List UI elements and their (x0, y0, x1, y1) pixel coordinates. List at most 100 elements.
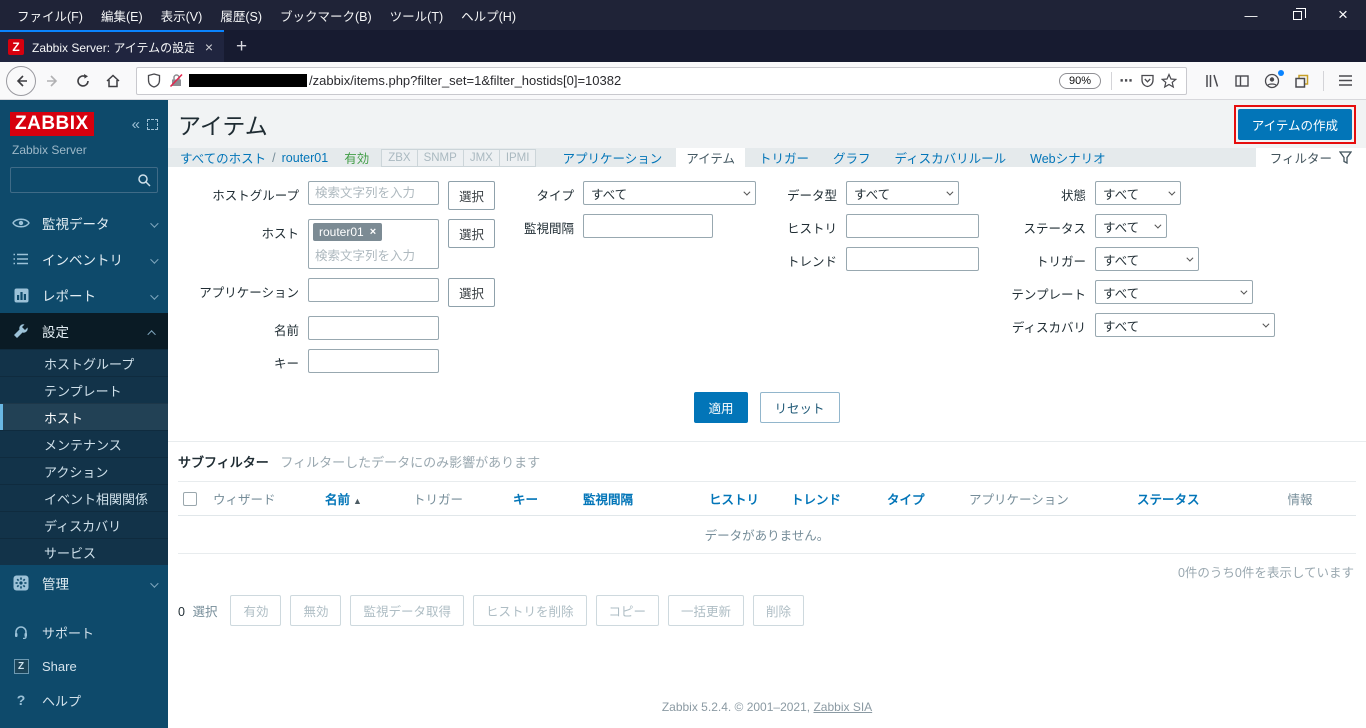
pocket-icon[interactable] (1136, 67, 1158, 95)
col-name-sort[interactable]: 名前 ▲ (320, 481, 408, 516)
sidebar-item-share[interactable]: Z Share (0, 649, 168, 683)
sidebars-icon[interactable] (1227, 67, 1257, 95)
col-type-sort[interactable]: タイプ (882, 481, 964, 516)
interval-input[interactable] (583, 214, 714, 238)
status-select[interactable]: すべて (1095, 214, 1168, 238)
tab-applications[interactable]: アプリケーション (552, 148, 672, 167)
menu-file[interactable]: ファイル(F) (8, 2, 92, 29)
sidebar-item-monitoring[interactable]: 監視データ (0, 205, 168, 241)
bookmark-star-icon[interactable] (1158, 67, 1180, 95)
host-multiselect[interactable]: router01 × 検索文字列を入力 (308, 219, 439, 269)
col-key-sort[interactable]: キー (508, 481, 578, 516)
create-item-button[interactable]: アイテムの作成 (1237, 108, 1352, 140)
menu-edit[interactable]: 編集(E) (92, 2, 152, 29)
home-button[interactable] (98, 67, 128, 95)
sidebar-item-services[interactable]: サービス (0, 538, 168, 565)
type-select[interactable]: すべて (583, 181, 757, 205)
disable-button[interactable]: 無効 (290, 595, 342, 626)
footer-zabbix-sia-link[interactable]: Zabbix SIA (813, 700, 872, 714)
sidebar-item-maintenance[interactable]: メンテナンス (0, 430, 168, 457)
sidebar-search-input[interactable] (17, 173, 137, 187)
host-group-input[interactable] (308, 181, 439, 205)
menu-view[interactable]: 表示(V) (152, 2, 212, 29)
sidebar-item-discovery[interactable]: ディスカバリ (0, 511, 168, 538)
col-status-sort[interactable]: ステータス (1132, 481, 1244, 516)
insecure-lock-icon[interactable] (165, 67, 187, 95)
copy-button[interactable]: コピー (595, 595, 660, 626)
url-text[interactable]: /zabbix/items.php?filter_set=1&filter_ho… (309, 73, 1059, 88)
state-select[interactable]: すべて (1095, 181, 1182, 205)
sidebar-item-inventory[interactable]: インベントリ (0, 241, 168, 277)
name-input[interactable] (308, 316, 439, 340)
triggers-select[interactable]: すべて (1095, 247, 1200, 271)
application-input[interactable] (308, 278, 439, 302)
tab-discovery-rules[interactable]: ディスカバリルール (885, 148, 1017, 167)
select-all-checkbox[interactable] (183, 491, 197, 506)
host-input-placeholder[interactable]: 検索文字列を入力 (313, 241, 434, 264)
tab-close-icon[interactable]: × (202, 39, 216, 55)
host-status-enabled[interactable]: 有効 (344, 148, 369, 167)
breadcrumb-host[interactable]: router01 (280, 151, 331, 165)
menu-tools[interactable]: ツール(T) (381, 2, 452, 29)
tab-triggers[interactable]: トリガー (749, 148, 819, 167)
sidebar-hide-icon[interactable] (147, 118, 158, 130)
host-select-button[interactable]: 選択 (448, 219, 496, 248)
back-button[interactable] (6, 65, 36, 96)
sidebar-search[interactable] (10, 167, 158, 193)
browser-tab[interactable]: Z Zabbix Server: アイテムの設定 × (0, 30, 224, 62)
filter-tab[interactable]: フィルター (1255, 148, 1366, 167)
sidebar-item-reports[interactable]: レポート (0, 277, 168, 313)
tab-web-scenarios[interactable]: Webシナリオ (1020, 148, 1115, 167)
col-history-sort[interactable]: ヒストリ (704, 481, 786, 516)
sidebar-item-help[interactable]: ? ヘルプ (0, 683, 168, 717)
data-type-select[interactable]: すべて (846, 181, 960, 205)
apply-button[interactable]: 適用 (694, 392, 748, 423)
account-icon[interactable] (1257, 67, 1287, 95)
host-chip[interactable]: router01 × (313, 223, 383, 241)
key-input[interactable] (308, 349, 439, 373)
enable-button[interactable]: 有効 (230, 595, 282, 626)
sidebar-item-host-groups[interactable]: ホストグループ (0, 349, 168, 376)
check-now-button[interactable]: 監視データ取得 (350, 595, 464, 626)
mass-update-button[interactable]: 一括更新 (668, 595, 745, 626)
reset-button[interactable]: リセット (759, 392, 840, 423)
zoom-level-badge[interactable]: 90% (1058, 72, 1101, 89)
col-interval-sort[interactable]: 監視間隔 (578, 481, 704, 516)
containers-icon[interactable] (1287, 67, 1317, 95)
template-select[interactable]: すべて (1095, 280, 1254, 304)
trends-input[interactable] (846, 247, 980, 271)
delete-button[interactable]: 削除 (753, 595, 805, 626)
sidebar-item-hosts[interactable]: ホスト (0, 403, 168, 430)
sidebar-collapse-icon[interactable]: « (132, 117, 140, 132)
application-select-button[interactable]: 選択 (448, 278, 496, 307)
library-icon[interactable] (1197, 67, 1227, 95)
forward-button[interactable] (38, 67, 68, 95)
sidebar-item-configuration[interactable]: 設定 (0, 313, 168, 349)
restore-button[interactable] (1274, 0, 1320, 30)
chip-remove-icon[interactable]: × (370, 226, 376, 238)
zabbix-logo[interactable]: ZABBIX (10, 112, 94, 136)
col-trends-sort[interactable]: トレンド (786, 481, 882, 516)
history-input[interactable] (846, 214, 980, 238)
discovery-select[interactable]: すべて (1095, 313, 1276, 337)
tracking-protection-shield-icon[interactable] (143, 67, 165, 95)
minimize-button[interactable]: — (1228, 0, 1274, 30)
sidebar-item-templates[interactable]: テンプレート (0, 376, 168, 403)
tab-items[interactable]: アイテム (676, 148, 745, 167)
menu-bookmarks[interactable]: ブックマーク(B) (271, 2, 381, 29)
clear-history-button[interactable]: ヒストリを削除 (473, 595, 587, 626)
new-tab-button[interactable]: + (224, 32, 259, 62)
menu-help[interactable]: ヘルプ(H) (452, 2, 525, 29)
breadcrumb-all-hosts[interactable]: すべてのホスト (178, 148, 268, 167)
tab-graphs[interactable]: グラフ (823, 148, 881, 167)
reload-button[interactable] (68, 67, 98, 95)
sidebar-item-event-correlation[interactable]: イベント相関関係 (0, 484, 168, 511)
url-bar[interactable]: /zabbix/items.php?filter_set=1&filter_ho… (136, 66, 1187, 95)
sidebar-item-actions[interactable]: アクション (0, 457, 168, 484)
menu-history[interactable]: 履歴(S) (211, 2, 271, 29)
sidebar-item-support[interactable]: サポート (0, 615, 168, 649)
host-group-select-button[interactable]: 選択 (448, 181, 496, 210)
sidebar-item-administration[interactable]: 管理 (0, 565, 168, 601)
hamburger-menu-icon[interactable] (1330, 67, 1360, 95)
page-actions-icon[interactable]: ⋯ (1116, 67, 1136, 95)
